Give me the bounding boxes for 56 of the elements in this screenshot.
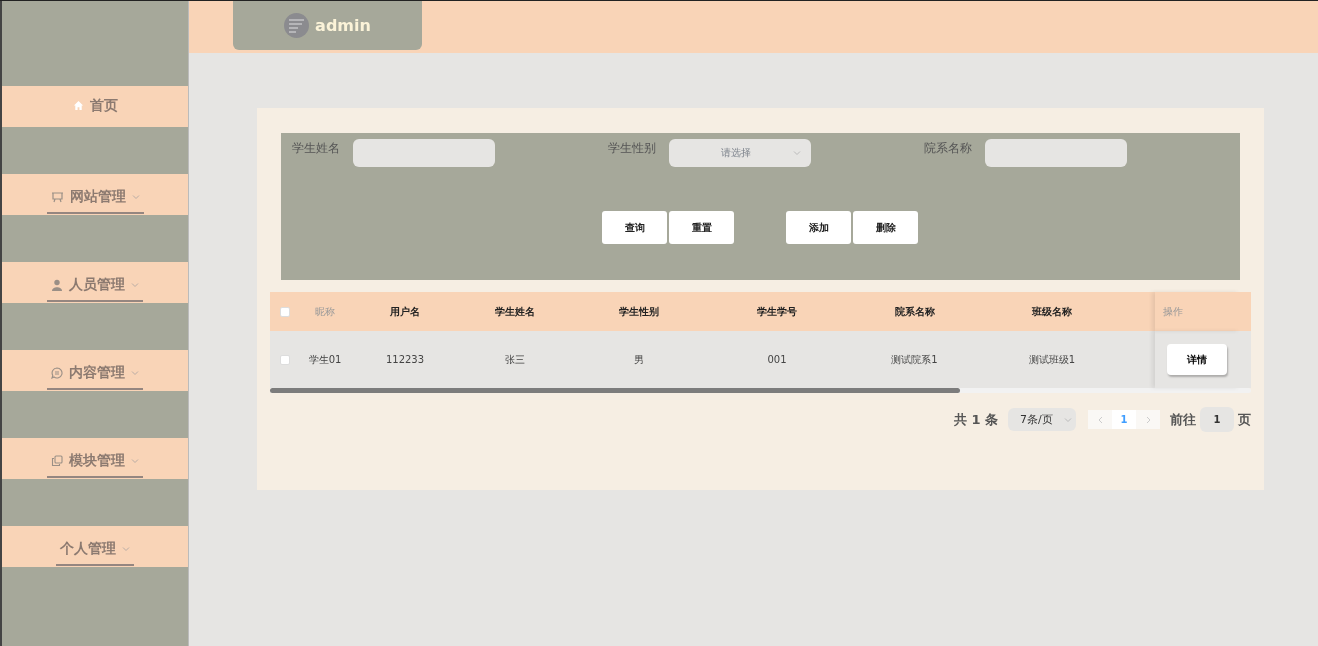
column-header: 昵称 [314, 304, 336, 319]
action-button[interactable]: 添加 [786, 211, 851, 244]
table-cell-text: 测试院系1 [890, 352, 939, 367]
chat-icon [51, 366, 63, 379]
column-header: 学生学号 [756, 304, 798, 319]
table-cell-text: 张三 [504, 352, 526, 367]
goto-label: 前往 [1170, 410, 1196, 429]
menu-item[interactable]: 个人管理 [2, 526, 188, 567]
field-label: 学生姓名 [292, 140, 340, 157]
table-cell-text: 男 [633, 352, 645, 367]
page-number[interactable]: 1 [1112, 410, 1136, 429]
avatar-icon [284, 13, 310, 38]
menu-item[interactable]: 模块管理 [2, 438, 188, 479]
copy-icon [51, 454, 63, 467]
prev-page-button[interactable] [1088, 410, 1112, 429]
column-header: 学生姓名 [494, 304, 536, 319]
chevron-right-icon [1145, 415, 1151, 424]
select-field[interactable]: 请选择 [669, 139, 811, 167]
column-header: 用户名 [389, 304, 421, 319]
total-count: 共 1 条 [953, 410, 998, 429]
checkbox[interactable] [280, 354, 290, 365]
menu-item[interactable]: 网站管理 [2, 174, 188, 215]
user-name: admin [315, 16, 371, 35]
column-header: 院系名称 [893, 304, 936, 319]
chevron-down-icon [131, 281, 139, 288]
chevron-down-icon [131, 457, 139, 464]
menu-item[interactable]: 内容管理 [2, 350, 188, 391]
chevron-down-icon [131, 369, 139, 376]
column-header: 班级名称 [1031, 304, 1073, 319]
action-button[interactable]: 查询 [602, 211, 667, 244]
action-button[interactable]: 重置 [669, 211, 734, 244]
input-field[interactable] [985, 139, 1127, 167]
chevron-down-icon [131, 193, 140, 200]
action-button[interactable]: 删除 [853, 211, 918, 244]
page-input[interactable]: 1 [1200, 407, 1234, 432]
menu-item[interactable]: 首页 [2, 86, 188, 127]
monitor-icon [50, 190, 64, 203]
table-cell-text: 学生01 [307, 352, 343, 367]
chevron-down-icon [122, 545, 130, 552]
column-header: 操作 [1163, 304, 1183, 319]
table-cell-text: 112233 [384, 354, 426, 365]
detail-button[interactable]: 详情 [1167, 344, 1227, 375]
page-size-select[interactable]: 7条/页 [1008, 408, 1076, 431]
user-icon [51, 278, 63, 291]
table-cell-text: 001 [766, 354, 788, 365]
page-suffix: 页 [1238, 410, 1251, 429]
menu-item[interactable]: 人员管理 [2, 262, 188, 303]
chevron-left-icon [1097, 415, 1103, 424]
next-page-button[interactable] [1136, 410, 1160, 429]
column-header: 学生性别 [618, 304, 660, 319]
field-label: 院系名称 [924, 140, 972, 157]
table-cell-text: 测试班级1 [1027, 352, 1077, 367]
home-icon [72, 100, 84, 111]
checkbox[interactable] [280, 306, 290, 317]
input-field[interactable] [353, 139, 495, 167]
field-label: 学生性别 [608, 140, 656, 157]
